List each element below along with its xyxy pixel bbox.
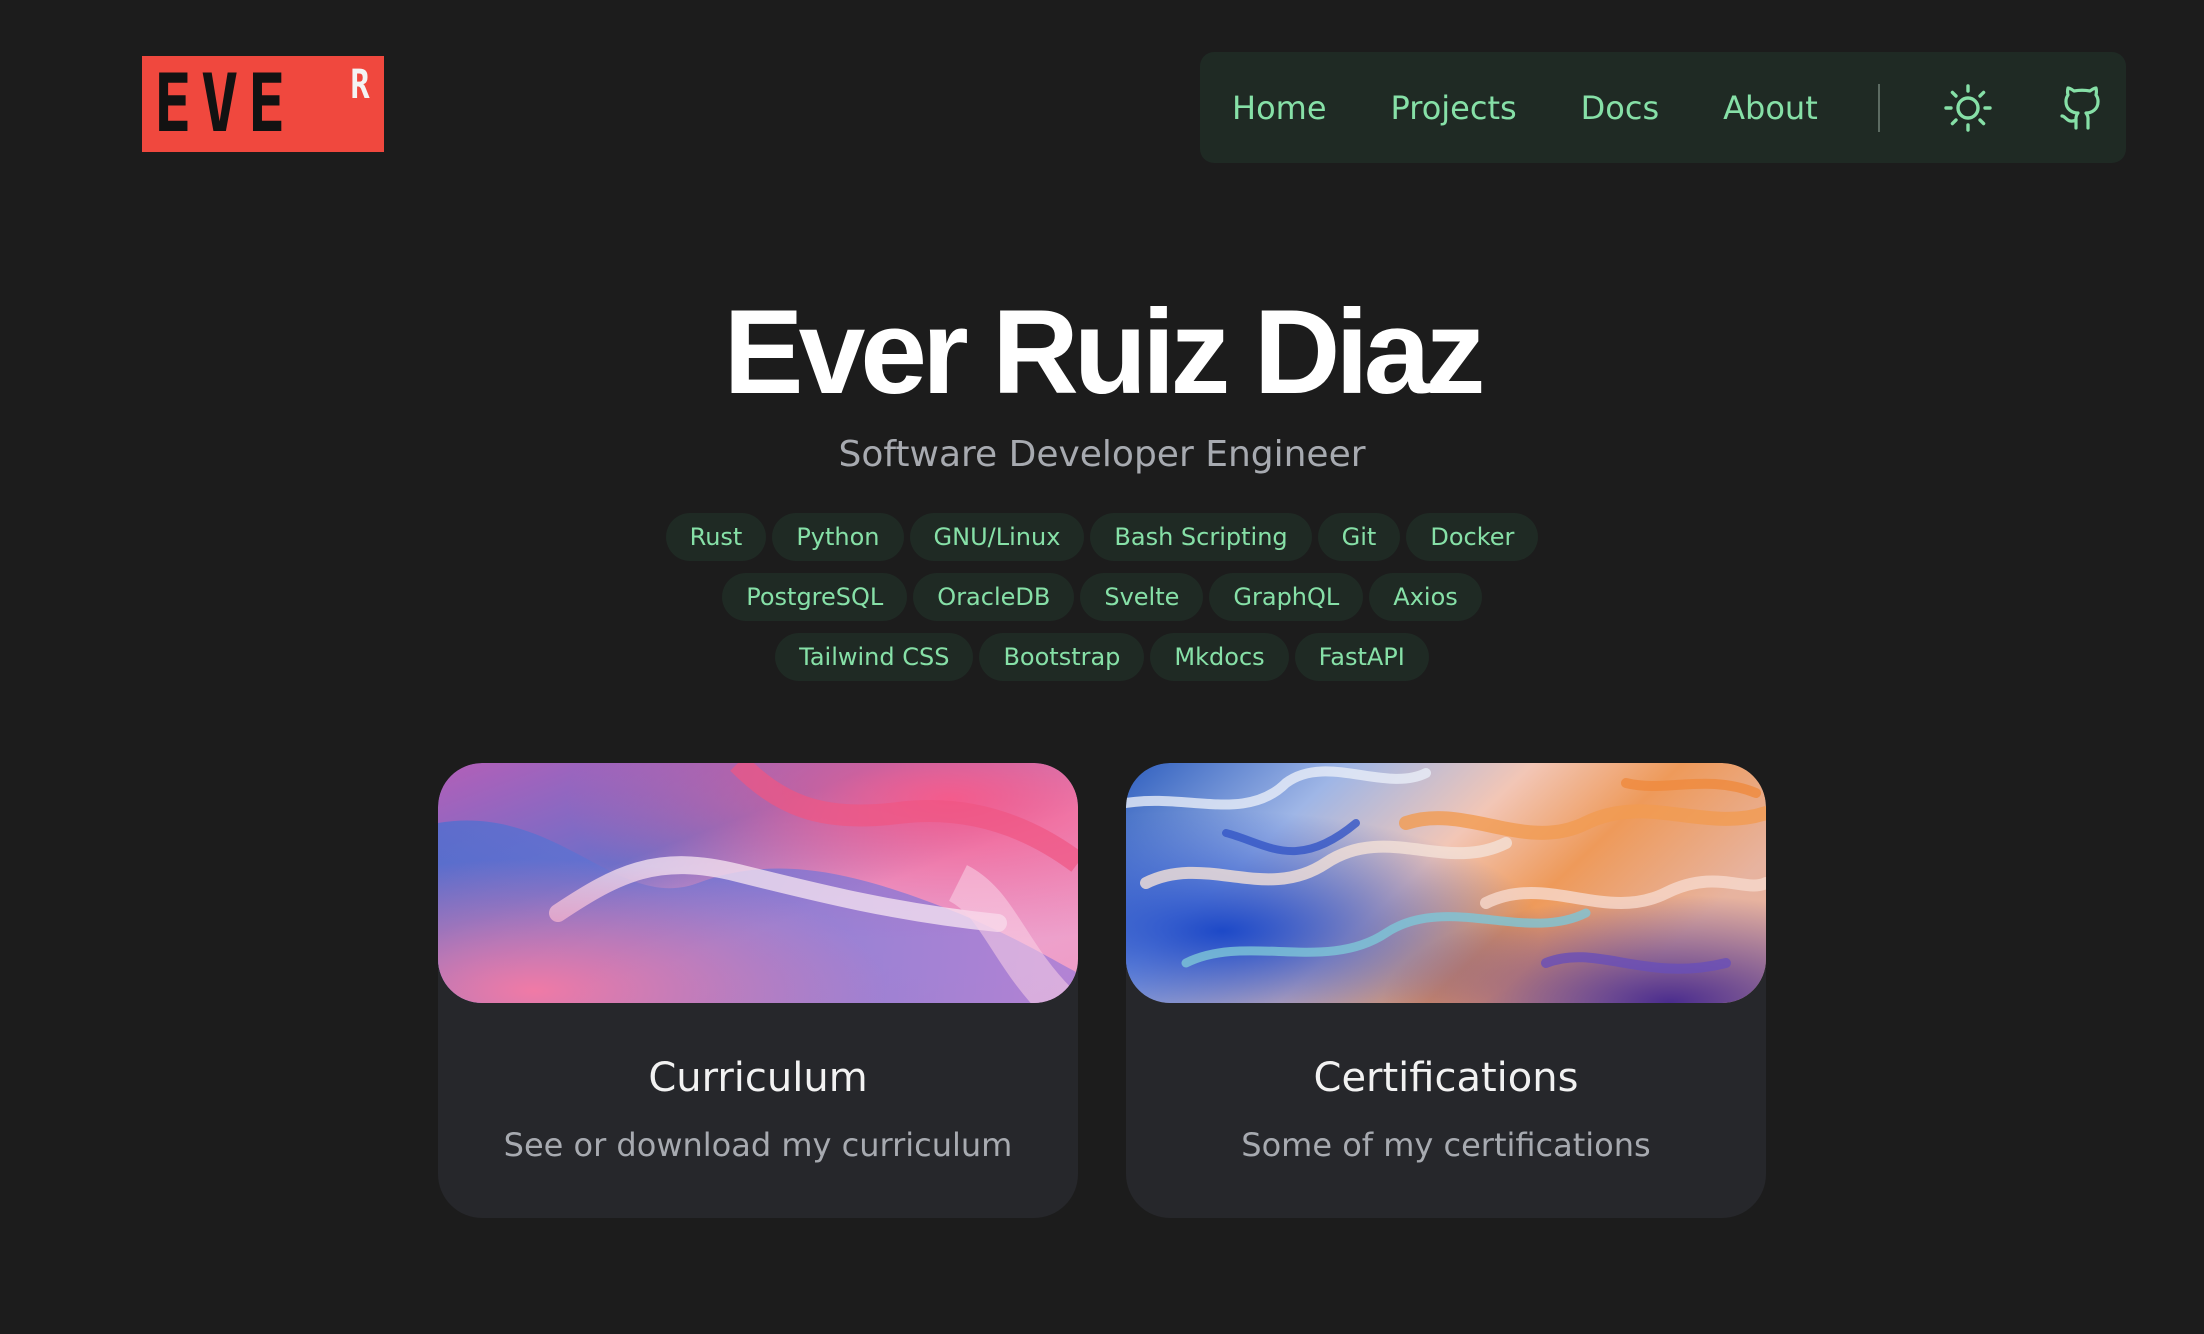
curriculum-card[interactable]: Curriculum See or download my curriculum — [438, 763, 1078, 1218]
github-icon — [2060, 85, 2100, 130]
hero-name: Ever Ruiz Diaz — [723, 285, 1486, 419]
tag: Rust — [665, 513, 767, 561]
tags-row-1: Rust Python GNU/Linux Bash Scripting Git… — [0, 513, 2204, 561]
logo-superscript: R — [350, 62, 370, 108]
card-description: See or download my curriculum — [503, 1126, 1013, 1164]
tag: GNU/Linux — [909, 513, 1085, 561]
certifications-cover-image — [1126, 763, 1766, 1003]
tags-row-2: PostgreSQL OracleDB Svelte GraphQL Axios — [0, 573, 2204, 621]
page: EVE R Home Projects Docs About Ever Ruiz… — [0, 0, 2204, 1334]
tag: FastAPI — [1294, 633, 1429, 681]
theme-toggle-button[interactable] — [1942, 82, 1994, 134]
certifications-card[interactable]: Certifications Some of my certifications — [1126, 763, 1766, 1218]
hero-role: Software Developer Engineer — [838, 434, 1366, 475]
tag: OracleDB — [913, 573, 1075, 621]
tag: Python — [772, 513, 904, 561]
github-link-button[interactable] — [2056, 82, 2108, 134]
nav-link-home[interactable]: Home — [1232, 89, 1327, 127]
tag: Mkdocs — [1150, 633, 1289, 681]
tag: PostgreSQL — [722, 573, 908, 621]
nav-divider — [1877, 83, 1880, 132]
tag: Git — [1317, 513, 1401, 561]
tag: Svelte — [1080, 573, 1204, 621]
main-nav: Home Projects Docs About — [1200, 52, 2126, 163]
logo-text: EVE — [154, 57, 295, 150]
nav-link-docs[interactable]: Docs — [1581, 89, 1659, 127]
tag: Bootstrap — [979, 633, 1145, 681]
nav-link-about[interactable]: About — [1723, 89, 1818, 127]
card-description: Some of my certifications — [1241, 1126, 1651, 1164]
tag: Tailwind CSS — [775, 633, 974, 681]
tag: Axios — [1369, 573, 1482, 621]
site-logo[interactable]: EVE R — [142, 56, 384, 152]
nav-link-projects[interactable]: Projects — [1391, 89, 1517, 127]
tag: Bash Scripting — [1090, 513, 1312, 561]
curriculum-cover-image — [438, 763, 1078, 1003]
card-title: Curriculum — [648, 1055, 868, 1101]
sun-icon — [1944, 83, 1992, 132]
tag: Docker — [1406, 513, 1539, 561]
tags-row-3: Tailwind CSS Bootstrap Mkdocs FastAPI — [0, 633, 2204, 681]
tag: GraphQL — [1209, 573, 1364, 621]
card-title: Certifications — [1313, 1055, 1579, 1101]
